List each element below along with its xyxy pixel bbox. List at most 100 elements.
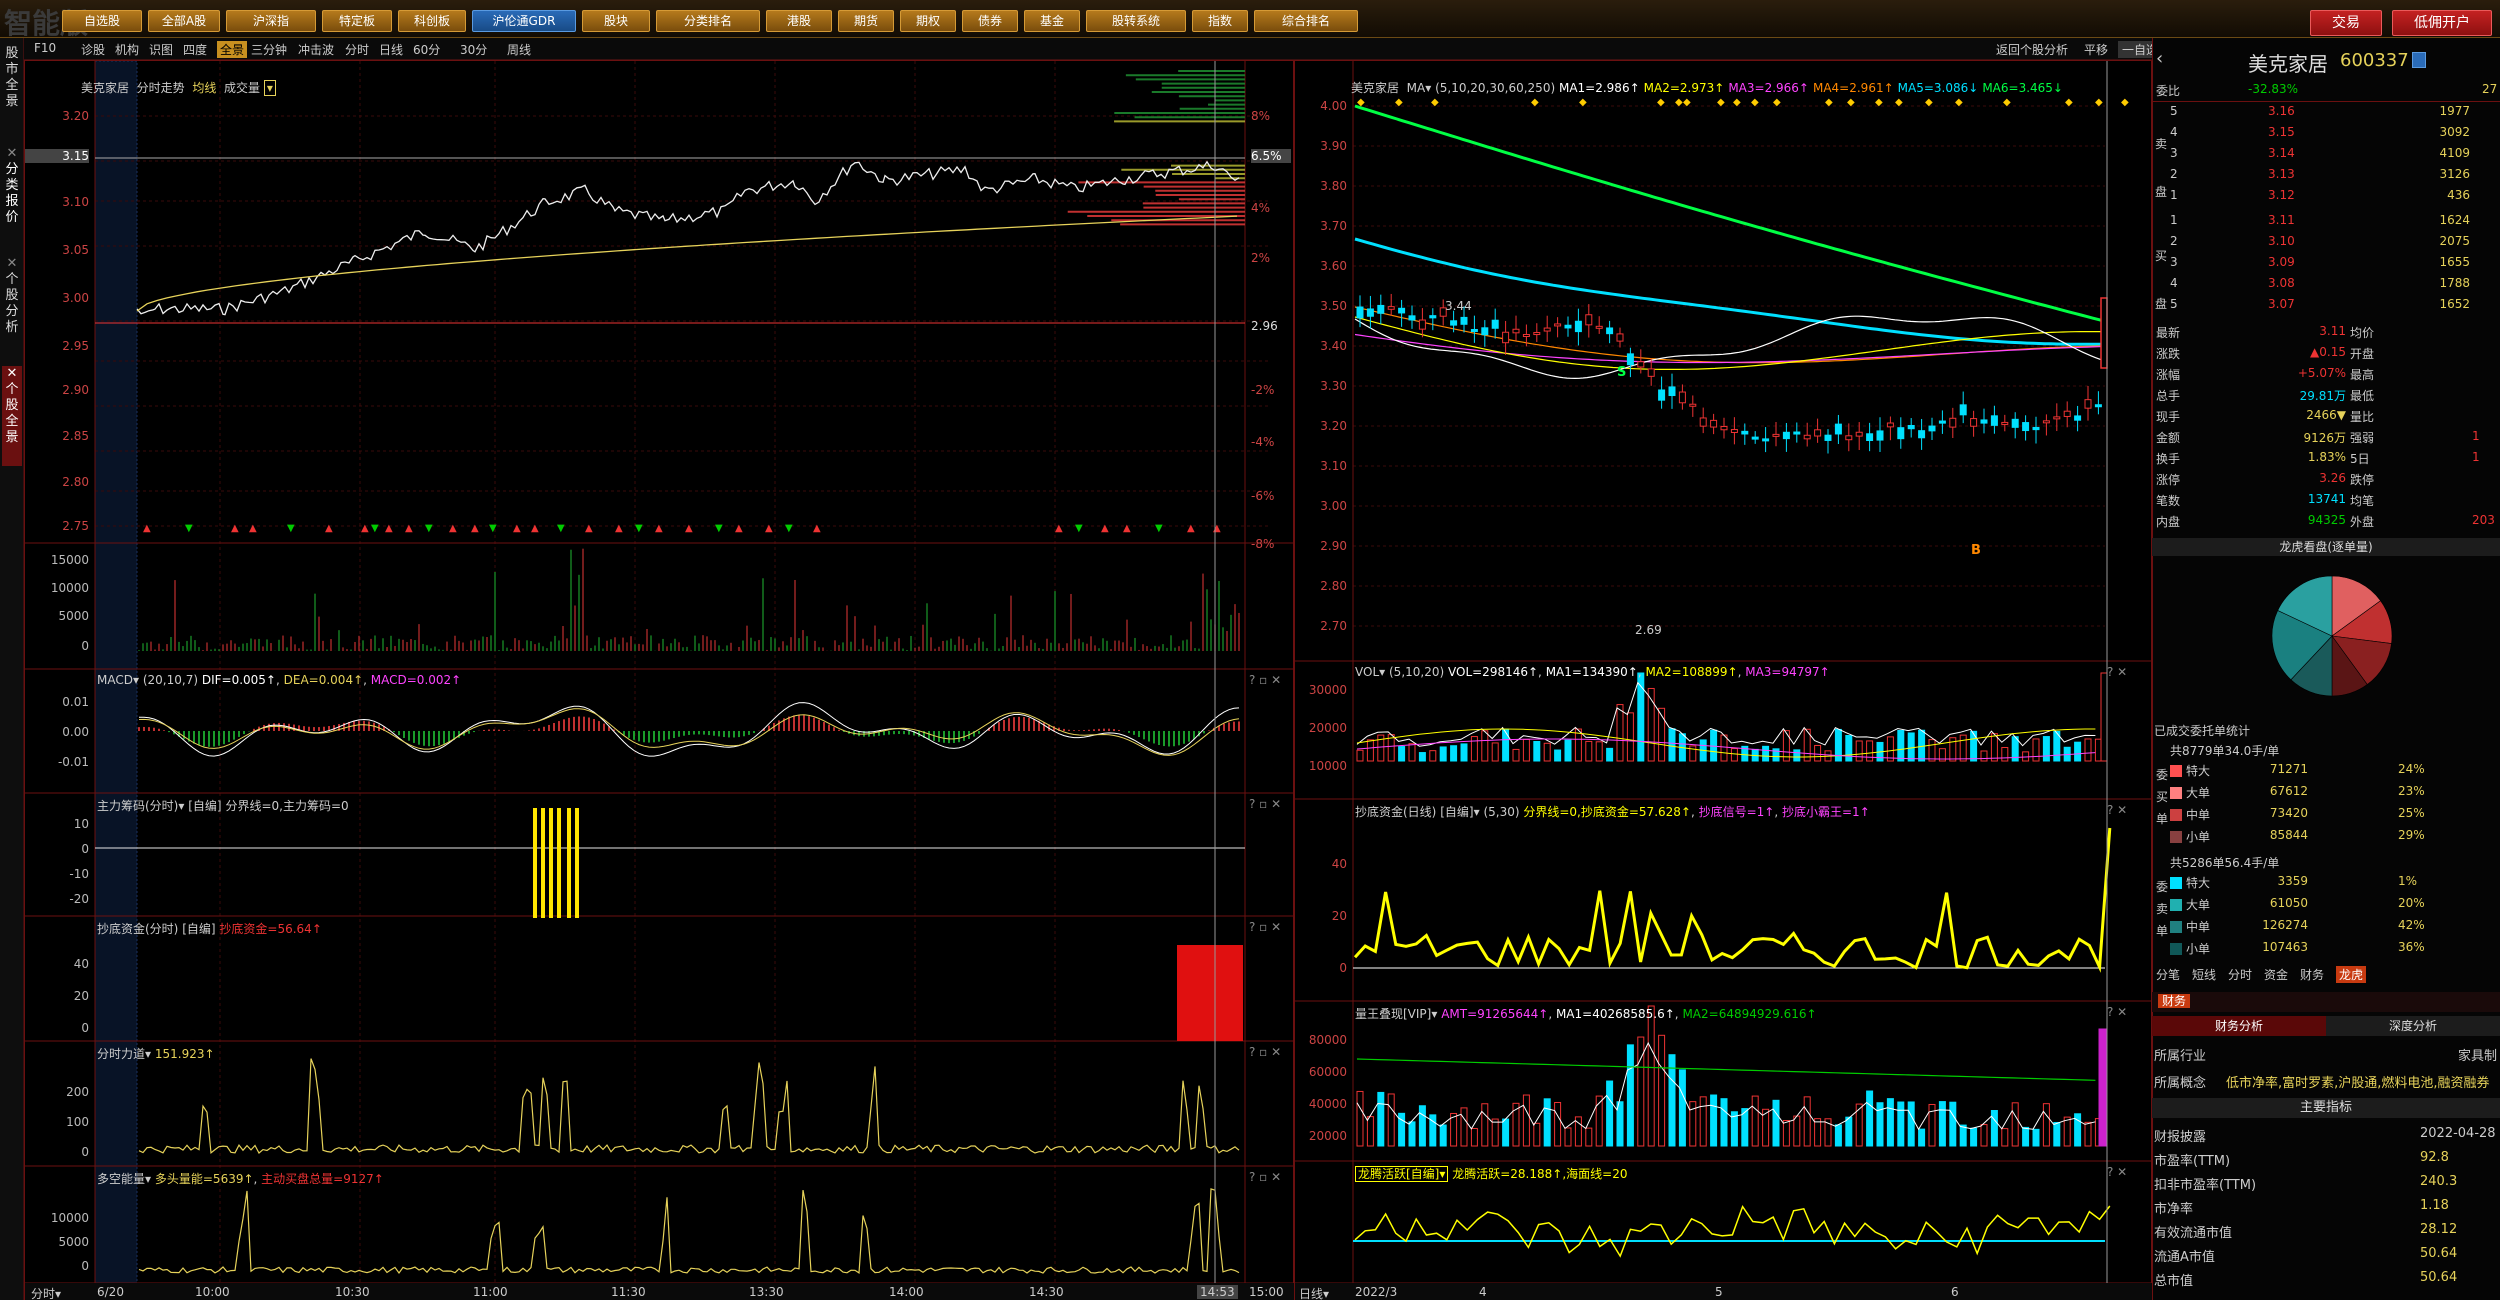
svg-text:◆: ◆ bbox=[1895, 97, 1903, 108]
back-to-analysis-link[interactable]: 返回个股分析 bbox=[1996, 41, 2068, 58]
bottom-tab-1[interactable]: 短线 bbox=[2192, 966, 2216, 983]
pct-axis-label-3: 2% bbox=[1251, 251, 1271, 265]
volume-king-dropdown-icon[interactable]: ▾ bbox=[1431, 1007, 1437, 1021]
fin-label-1: 市盈率(TTM) bbox=[2154, 1154, 2231, 1169]
subbar-item-5[interactable]: 全景 bbox=[217, 41, 248, 58]
menu-item-3[interactable]: 特定板 bbox=[322, 10, 392, 32]
menu-item-14[interactable]: 指数 bbox=[1192, 10, 1248, 32]
daily-period-label[interactable]: 日线▾ bbox=[1299, 1285, 1329, 1300]
daily-vol-dropdown-icon[interactable]: ▾ bbox=[1379, 665, 1385, 679]
finance-header-label: 财务 bbox=[2158, 994, 2191, 1008]
dragon-pie-chart bbox=[2271, 575, 2393, 697]
sell-level-4: 1 3.12 436 bbox=[2152, 188, 2500, 208]
bottom-tab-5[interactable]: 龙虎 bbox=[2336, 966, 2367, 983]
dragon-label-box[interactable]: 龙腾活跃[自编]▾ bbox=[1355, 1166, 1449, 1182]
fin-value-2: 240.3 bbox=[2420, 1174, 2458, 1189]
bottom-tab-4[interactable]: 财务 bbox=[2300, 966, 2324, 983]
svg-text:▼: ▼ bbox=[185, 523, 193, 534]
menu-item-5[interactable]: 沪伦通GDR bbox=[472, 10, 576, 32]
trade-button[interactable]: 交易 bbox=[2310, 10, 2382, 36]
vtab-stock-analysis[interactable]: ✕ 个股分析 bbox=[2, 256, 22, 356]
menu-item-0[interactable]: 自选股 bbox=[62, 10, 142, 32]
menu-item-7[interactable]: 分类排名 bbox=[656, 10, 760, 32]
menu-item-2[interactable]: 沪深指 bbox=[226, 10, 316, 32]
subbar-item-2[interactable]: 机构 bbox=[115, 41, 139, 58]
sell-level-1-level: 4 bbox=[2170, 125, 2178, 139]
sell-level-0-price: 3.16 bbox=[2268, 104, 2295, 118]
stat-value2-5: 1 bbox=[2472, 429, 2480, 443]
menu-item-10[interactable]: 期权 bbox=[900, 10, 956, 32]
menu-item-4[interactable]: 科创板 bbox=[398, 10, 466, 32]
subbar-item-3[interactable]: 识图 bbox=[149, 41, 173, 58]
pct-axis-label-4: 2.96 bbox=[1251, 319, 1278, 333]
stat-row-4: 现手 2466▼ 量比 bbox=[2152, 408, 2500, 428]
daily-ma-dropdown-icon[interactable]: ▾ bbox=[1425, 81, 1431, 95]
subbar-item-1[interactable]: 诊股 bbox=[81, 41, 105, 58]
subbar-item-7[interactable]: 冲击波 bbox=[298, 41, 334, 58]
intraday-period-label[interactable]: 分时▾ bbox=[31, 1285, 61, 1300]
dvol-panel-controls[interactable]: ? ✕ bbox=[2107, 665, 2127, 679]
force-panel-controls[interactable]: ? ▫ ✕ bbox=[1249, 1045, 1281, 1059]
intraday-stock-name: 美克家居 bbox=[81, 81, 130, 95]
menu-item-1[interactable]: 全部A股 bbox=[148, 10, 220, 32]
ma-value-2: MA2=2.973↑ bbox=[1643, 81, 1725, 95]
menu-item-15[interactable]: 综合排名 bbox=[1254, 10, 1358, 32]
macd-label: MACD bbox=[97, 673, 133, 687]
daily-dip-signal: 抄底信号=1↑ bbox=[1698, 805, 1775, 819]
subbar-item-9[interactable]: 日线 bbox=[379, 41, 403, 58]
vtab-category-quotes[interactable]: ✕ 分类报价 bbox=[2, 146, 22, 246]
menu-item-11[interactable]: 债券 bbox=[962, 10, 1018, 32]
subbar-item-0[interactable]: F10 bbox=[34, 41, 56, 55]
main-chip-dropdown-icon[interactable]: ▾ bbox=[178, 799, 184, 813]
svg-text:◆: ◆ bbox=[1925, 97, 1933, 108]
daily-price-axis-2: 3.80 bbox=[1320, 179, 1347, 193]
energy-axis-5000: 5000 bbox=[58, 1235, 89, 1249]
buy-level-2-volume: 1655 bbox=[2439, 255, 2470, 269]
dip-panel-controls[interactable]: ? ▫ ✕ bbox=[1249, 920, 1281, 934]
daily-price-axis-8: 3.20 bbox=[1320, 419, 1347, 433]
king-panel-controls[interactable]: ? ✕ bbox=[2107, 1005, 2127, 1019]
time-label-2: 11:00 bbox=[473, 1285, 508, 1299]
energy-panel-controls[interactable]: ? ▫ ✕ bbox=[1249, 1170, 1281, 1184]
bottom-tab-2[interactable]: 分时 bbox=[2228, 966, 2252, 983]
sell-level-3-level: 2 bbox=[2170, 167, 2178, 181]
macd-panel-controls[interactable]: ? ▫ ✕ bbox=[1249, 673, 1281, 687]
macd-dropdown-icon[interactable]: ▾ bbox=[133, 673, 139, 687]
open-account-button[interactable]: 低佣开户 bbox=[2392, 10, 2492, 36]
ddip-panel-controls[interactable]: ? ✕ bbox=[2107, 803, 2127, 817]
industry-label: 所属行业 bbox=[2154, 1049, 2207, 1064]
vtab-market-overview[interactable]: 股市全景 bbox=[2, 46, 22, 136]
subbar-item-12[interactable]: 周线 bbox=[507, 41, 531, 58]
stat-label-7: 涨停 bbox=[2156, 473, 2181, 487]
subbar-item-4[interactable]: 四度 bbox=[183, 41, 207, 58]
dragon-panel-controls[interactable]: ? ✕ bbox=[2107, 1165, 2127, 1179]
menu-item-6[interactable]: 股块 bbox=[582, 10, 650, 32]
finance-analysis-tab[interactable]: 财务分析 bbox=[2152, 1016, 2326, 1036]
bottom-tab-3[interactable]: 资金 bbox=[2264, 966, 2288, 983]
menu-item-8[interactable]: 港股 bbox=[766, 10, 832, 32]
menu-item-13[interactable]: 股转系统 bbox=[1086, 10, 1186, 32]
menu-item-12[interactable]: 基金 bbox=[1024, 10, 1080, 32]
pan-button[interactable]: 平移 bbox=[2084, 41, 2108, 58]
subbar-item-6[interactable]: 三分钟 bbox=[251, 41, 287, 58]
daily-price-axis-13: 2.70 bbox=[1320, 619, 1347, 633]
main-panel-controls[interactable]: ? ▫ ✕ bbox=[1249, 797, 1281, 811]
subbar-item-10[interactable]: 60分 bbox=[413, 41, 440, 58]
quote-back-icon[interactable]: ‹ bbox=[2156, 48, 2163, 69]
force-dropdown-icon[interactable]: ▾ bbox=[145, 1047, 151, 1061]
subbar-item-11[interactable]: 30分 bbox=[460, 41, 487, 58]
bottom-tab-0[interactable]: 分笔 bbox=[2156, 966, 2180, 983]
subbar-item-8[interactable]: 分时 bbox=[345, 41, 369, 58]
intraday-menu-icon[interactable]: ▾ bbox=[263, 80, 276, 96]
gridlines bbox=[95, 61, 1270, 1283]
deep-analysis-tab[interactable]: 深度分析 bbox=[2326, 1016, 2500, 1036]
daily-dip-dropdown-icon[interactable]: ▾ bbox=[1474, 805, 1480, 819]
menu-item-9[interactable]: 期货 bbox=[838, 10, 894, 32]
svg-text:▲: ▲ bbox=[249, 523, 257, 534]
vtab-stock-panorama[interactable]: ✕ 个股全景 bbox=[2, 366, 22, 466]
buy-level-2-level: 3 bbox=[2170, 255, 2178, 269]
sell-orders-pct-3: 36% bbox=[2398, 940, 2425, 954]
dip-axis-40: 40 bbox=[73, 957, 89, 971]
svg-text:◆: ◆ bbox=[1955, 97, 1963, 108]
energy-dropdown-icon[interactable]: ▾ bbox=[145, 1172, 151, 1186]
